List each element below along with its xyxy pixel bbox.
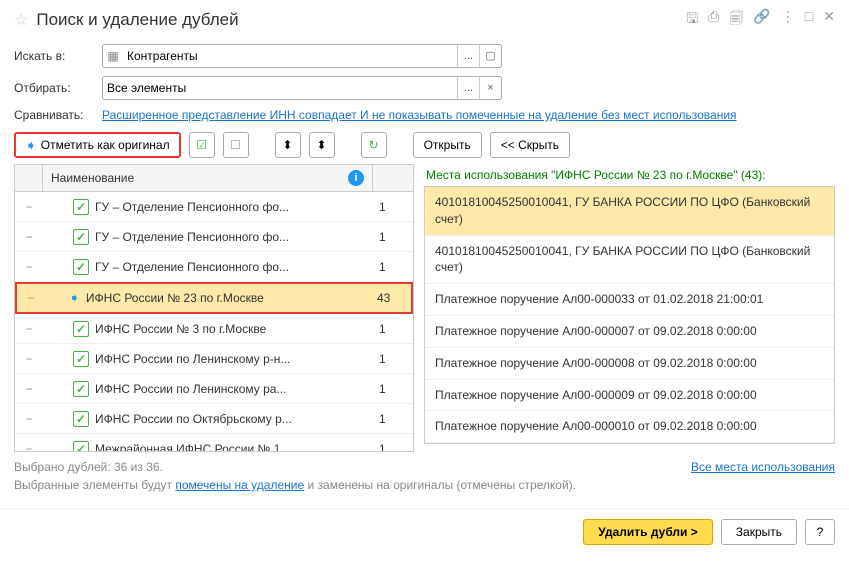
row-name: ИФНС России по Ленинскому ра...	[95, 382, 286, 396]
collapse-icon[interactable]: −	[25, 352, 32, 366]
delete-duplicates-button[interactable]: Удалить дубли >	[583, 519, 712, 545]
row-name: ГУ – Отделение Пенсионного фо...	[95, 200, 289, 214]
collapse-icon[interactable]: −	[25, 442, 32, 453]
row-name: ГУ – Отделение Пенсионного фо...	[95, 260, 289, 274]
collapse-icon[interactable]: −	[25, 412, 32, 426]
table-row[interactable]: − ✓ ГУ – Отделение Пенсионного фо... 1	[15, 192, 413, 222]
original-arrow-icon: ➧	[69, 290, 80, 306]
column-name-header[interactable]: Наименование	[51, 171, 134, 185]
row-checkbox[interactable]: ✓	[73, 259, 89, 275]
search-in-field[interactable]	[123, 49, 457, 63]
table-row[interactable]: − ✓ Межрайонная ИФНС России № 1... 1	[15, 434, 413, 452]
usage-item[interactable]: Платежное поручение Ал00-000010 от 09.02…	[425, 411, 834, 443]
favorite-icon[interactable]: ☆	[14, 10, 28, 30]
row-checkbox[interactable]: ✓	[73, 441, 89, 453]
row-checkbox[interactable]: ✓	[73, 229, 89, 245]
row-count: 1	[373, 352, 413, 366]
usage-item[interactable]: Платежное поручение Ал00-000008 от 09.02…	[425, 348, 834, 380]
table-row[interactable]: − ✓ ИФНС России по Ленинскому р-н... 1	[15, 344, 413, 374]
close-button[interactable]: Закрыть	[721, 519, 797, 545]
help-button[interactable]: ?	[805, 519, 835, 545]
table-row[interactable]: − ✓ ИФНС России № 3 по г.Москве 1	[15, 314, 413, 344]
row-count: 1	[373, 442, 413, 453]
maximize-icon[interactable]: □	[805, 8, 813, 32]
row-name: ГУ – Отделение Пенсионного фо...	[95, 230, 289, 244]
usage-list[interactable]: 40101810045250010041, ГУ БАНКА РОССИИ ПО…	[424, 186, 835, 444]
row-count: 1	[373, 230, 413, 244]
more-icon[interactable]: ⋮	[781, 8, 795, 32]
table-header: Наименование i	[14, 164, 414, 192]
refresh-button[interactable]: ↻	[361, 132, 387, 158]
usage-item[interactable]: Платежное поручение Ал00-000033 от 01.02…	[425, 284, 834, 316]
all-usages-link[interactable]: Все места использования	[691, 460, 835, 474]
row-checkbox[interactable]: ✓	[73, 411, 89, 427]
table-row[interactable]: − ✓ ГУ – Отделение Пенсионного фо... 1	[15, 222, 413, 252]
usage-title: Места использования "ИФНС России № 23 по…	[424, 164, 835, 186]
collapse-icon[interactable]: −	[27, 291, 34, 305]
table-row[interactable]: − ✓ ГУ – Отделение Пенсионного фо... 1	[15, 252, 413, 282]
row-count: 1	[373, 382, 413, 396]
open-button[interactable]: Открыть	[413, 132, 482, 158]
arrow-right-icon: ➧	[25, 137, 37, 154]
usage-item[interactable]: Платежное поручение Ал00-000011 от 09.02…	[425, 443, 834, 444]
footer-note: Выбранные элементы будут помечены на уда…	[0, 476, 849, 500]
check-all-button[interactable]: ☑	[189, 132, 215, 158]
collapse-icon[interactable]: −	[25, 260, 32, 274]
row-name: ИФНС России по Ленинскому р-н...	[95, 352, 290, 366]
mark-as-original-button[interactable]: ➧ Отметить как оригинал	[14, 132, 181, 158]
collapse-icon[interactable]: −	[25, 322, 32, 336]
row-name: Межрайонная ИФНС России № 1...	[95, 442, 290, 453]
collapse-icon[interactable]: −	[25, 230, 32, 244]
expand-all-button[interactable]: ⬍	[275, 132, 301, 158]
filter-field[interactable]	[103, 81, 457, 95]
row-count: 43	[371, 291, 411, 305]
page-title: Поиск и удаление дублей	[36, 10, 686, 30]
usage-item[interactable]: Платежное поручение Ал00-000007 от 09.02…	[425, 316, 834, 348]
hide-button[interactable]: << Скрыть	[490, 132, 570, 158]
table-icon: ▦	[103, 49, 123, 63]
row-name: ИФНС России № 23 по г.Москве	[86, 291, 264, 305]
collapse-all-button[interactable]: ⬍	[309, 132, 335, 158]
mark-delete-link[interactable]: помечены на удаление	[175, 478, 304, 492]
row-count: 1	[373, 412, 413, 426]
row-count: 1	[373, 322, 413, 336]
row-name: ИФНС России № 3 по г.Москве	[95, 322, 266, 336]
collapse-icon[interactable]: −	[25, 200, 32, 214]
save-icon[interactable]: 🖫	[686, 8, 698, 32]
filter-select-button[interactable]: ...	[457, 77, 479, 99]
row-count: 1	[373, 260, 413, 274]
uncheck-all-button[interactable]: ☐	[223, 132, 249, 158]
row-checkbox[interactable]: ✓	[73, 199, 89, 215]
selected-count: Выбрано дублей: 36 из 36.	[14, 460, 163, 474]
select-button[interactable]: ...	[457, 45, 479, 67]
close-icon[interactable]: ✕	[823, 8, 835, 32]
info-icon: i	[348, 170, 364, 186]
compare-label: Сравнивать:	[14, 108, 94, 122]
filter-input[interactable]: ... ×	[102, 76, 502, 100]
row-checkbox[interactable]: ✓	[73, 321, 89, 337]
usage-item[interactable]: Платежное поручение Ал00-000009 от 09.02…	[425, 380, 834, 412]
search-in-input[interactable]: ▦ ... ▢	[102, 44, 502, 68]
open-ref-button[interactable]: ▢	[479, 45, 501, 67]
row-checkbox[interactable]: ✓	[73, 351, 89, 367]
table-row[interactable]: − ✓ ИФНС России по Ленинскому ра... 1	[15, 374, 413, 404]
search-page-icon[interactable]: 🗐	[729, 8, 743, 32]
filter-label: Отбирать:	[14, 81, 94, 95]
compare-rules-link[interactable]: Расширенное представление ИНН совпадает …	[102, 108, 737, 122]
link-icon[interactable]: 🔗	[753, 8, 770, 32]
filter-clear-button[interactable]: ×	[479, 77, 501, 99]
row-count: 1	[373, 200, 413, 214]
duplicates-table[interactable]: − ✓ ГУ – Отделение Пенсионного фо... 1 − ✓ ГУ …	[14, 192, 414, 452]
usage-item[interactable]: 40101810045250010041, ГУ БАНКА РОССИИ ПО…	[425, 187, 834, 236]
row-checkbox[interactable]: ✓	[73, 381, 89, 397]
table-row[interactable]: − ➧ ИФНС России № 23 по г.Москве 43	[15, 282, 413, 314]
collapse-icon[interactable]: −	[25, 382, 32, 396]
row-name: ИФНС России по Октябрьскому р...	[95, 412, 292, 426]
table-row[interactable]: − ✓ ИФНС России по Октябрьскому р... 1	[15, 404, 413, 434]
print-icon[interactable]: ⎙	[708, 8, 719, 32]
search-in-label: Искать в:	[14, 49, 94, 63]
usage-item[interactable]: 40101810045250010041, ГУ БАНКА РОССИИ ПО…	[425, 236, 834, 285]
